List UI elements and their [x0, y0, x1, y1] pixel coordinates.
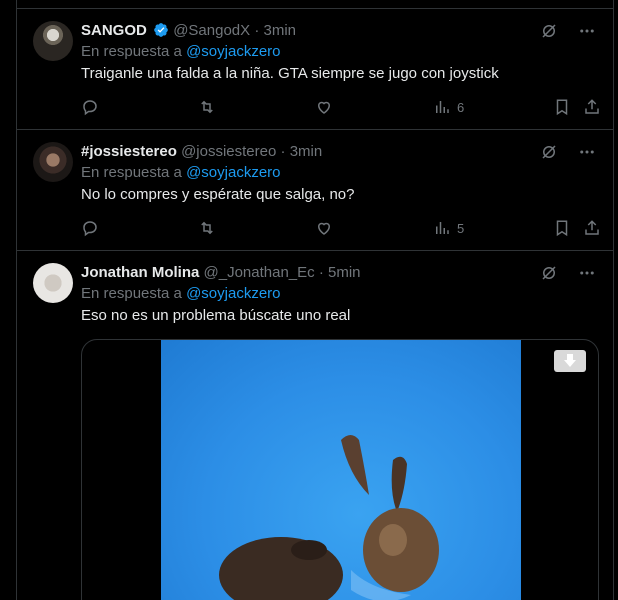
like-icon — [317, 222, 331, 235]
avatar[interactable] — [33, 21, 73, 61]
reply-context: En respuesta a @soyjackzero — [81, 42, 281, 62]
views-button[interactable]: 6 — [433, 97, 464, 117]
retweet-icon — [201, 100, 213, 114]
timestamp[interactable]: 5min — [328, 264, 361, 281]
separator: · — [280, 143, 286, 160]
reply-mention-link[interactable]: @soyjackzero — [186, 285, 280, 302]
reply-mention-link[interactable]: @soyjackzero — [186, 43, 280, 60]
tweet-actions: 6 — [81, 97, 601, 117]
tweet[interactable]: SANGOD @SangodX · 3min En respuesta a @s… — [17, 9, 613, 130]
reply-context: En respuesta a @soyjackzero — [81, 163, 281, 183]
reply-prefix: En respuesta a — [81, 285, 182, 302]
tweet-header: Jonathan Molina @_Jonathan_Ec · 5min — [81, 263, 613, 283]
tweet[interactable]: #jossiestereo @jossiestereo · 3min En re… — [17, 130, 613, 251]
like-button[interactable] — [315, 218, 333, 238]
display-name[interactable]: SANGOD — [81, 22, 147, 39]
share-button[interactable] — [583, 97, 601, 117]
retweet-button[interactable] — [198, 97, 216, 117]
user-handle[interactable]: @SangodX — [173, 22, 250, 39]
verified-badge-icon — [154, 23, 168, 37]
views-count: 5 — [457, 220, 465, 236]
reply-context: En respuesta a @soyjackzero — [81, 284, 281, 304]
tweet-text: No lo compres y espérate que salga, no? — [81, 186, 355, 203]
separator: · — [318, 264, 324, 281]
retweet-button[interactable] — [198, 218, 216, 238]
like-icon — [317, 101, 331, 114]
views-icon — [436, 222, 449, 234]
reply-button[interactable] — [81, 97, 99, 117]
bookmark-icon — [556, 99, 568, 116]
tweet-header: #jossiestereo @jossiestereo · 3min — [81, 142, 613, 162]
timeline: SANGOD @SangodX · 3min En respuesta a @s… — [16, 0, 614, 600]
grok-icon[interactable] — [539, 142, 559, 162]
reply-icon — [83, 100, 97, 116]
tweet-top-icons — [539, 263, 597, 283]
tweet-text: Eso no es un problema búscate uno real — [81, 307, 351, 324]
display-name[interactable]: Jonathan Molina — [81, 264, 199, 281]
tweet-top-icons — [539, 142, 597, 162]
reply-prefix: En respuesta a — [81, 43, 182, 60]
views-button[interactable]: 5 — [433, 218, 464, 238]
bookmark-icon — [556, 220, 568, 237]
video-frame[interactable] — [161, 340, 521, 600]
tweet-top-icons — [539, 21, 597, 41]
display-name[interactable]: #jossiestereo — [81, 143, 177, 160]
views-count: 6 — [457, 99, 465, 115]
more-icon[interactable] — [577, 263, 597, 283]
download-button[interactable] — [554, 350, 586, 372]
retweet-icon — [201, 221, 213, 235]
bookmark-button[interactable] — [553, 97, 571, 117]
avatar[interactable] — [33, 142, 73, 182]
reply-mention-link[interactable]: @soyjackzero — [186, 164, 280, 181]
user-handle[interactable]: @_Jonathan_Ec — [204, 264, 315, 281]
rabbit-image — [219, 435, 439, 600]
tweet-actions: 5 — [81, 218, 601, 238]
tweet-header: SANGOD @SangodX · 3min — [81, 21, 613, 41]
timestamp[interactable]: 3min — [263, 22, 296, 39]
more-icon[interactable] — [577, 21, 597, 41]
more-icon[interactable] — [577, 142, 597, 162]
tweet-text: Traiganle una falda a la niña. GTA siemp… — [81, 65, 499, 82]
grok-icon[interactable] — [539, 263, 559, 283]
views-icon — [436, 101, 449, 113]
media-video[interactable] — [81, 339, 599, 600]
download-icon — [564, 354, 576, 367]
share-icon — [585, 99, 599, 114]
bookmark-button[interactable] — [553, 218, 571, 238]
share-button[interactable] — [583, 218, 601, 238]
avatar[interactable] — [33, 263, 73, 303]
share-icon — [585, 220, 599, 235]
reply-prefix: En respuesta a — [81, 164, 182, 181]
tweet[interactable]: Jonathan Molina @_Jonathan_Ec · 5min En … — [17, 251, 613, 600]
reply-icon — [83, 221, 97, 237]
separator: · — [254, 22, 260, 39]
timestamp[interactable]: 3min — [290, 143, 323, 160]
reply-button[interactable] — [81, 218, 99, 238]
like-button[interactable] — [315, 97, 333, 117]
user-handle[interactable]: @jossiestereo — [181, 143, 276, 160]
grok-icon[interactable] — [539, 21, 559, 41]
